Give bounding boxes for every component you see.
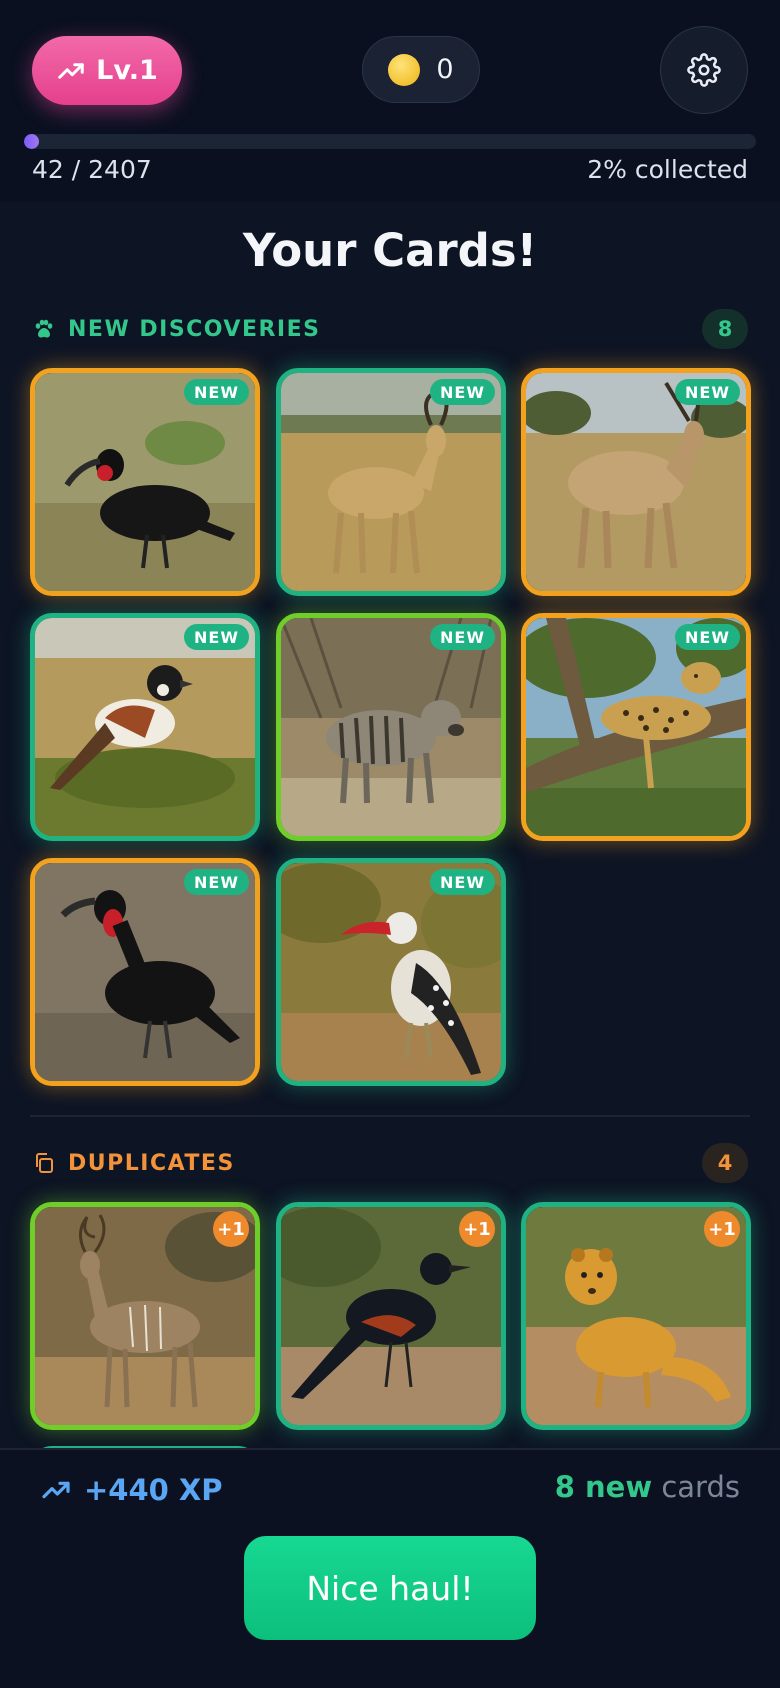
duplicates-label: DUPLICATES bbox=[68, 1150, 235, 1176]
level-badge[interactable]: Lv.1 bbox=[32, 36, 182, 105]
collection-progress-fill bbox=[24, 134, 39, 149]
card-eland[interactable]: NEW bbox=[521, 368, 751, 596]
settings-button[interactable] bbox=[660, 26, 748, 114]
collection-progress-bar bbox=[24, 134, 756, 149]
gear-icon bbox=[687, 53, 721, 87]
new-discoveries-header: NEW DISCOVERIES 8 bbox=[32, 308, 748, 350]
new-badge: NEW bbox=[184, 379, 249, 405]
striped-hyena-image bbox=[281, 618, 501, 836]
new-discoveries-label: NEW DISCOVERIES bbox=[68, 316, 321, 342]
coin-count: 0 bbox=[436, 54, 454, 85]
duplicate-badge: +1 bbox=[213, 1211, 249, 1247]
card-hartebeest[interactable]: NEW bbox=[276, 368, 506, 596]
new-cards-count: 8 new bbox=[554, 1470, 653, 1504]
collection-percent: 2% collected bbox=[587, 155, 748, 184]
new-cards-summary: 8 new cards bbox=[555, 1470, 740, 1504]
red-billed-hornbill-image bbox=[281, 863, 501, 1081]
card-southern-ground-hornbill[interactable]: NEW bbox=[30, 368, 260, 596]
page-title: Your Cards! bbox=[242, 224, 538, 277]
new-cards-suffix: cards bbox=[661, 1470, 740, 1504]
new-badge: NEW bbox=[184, 869, 249, 895]
new-badge: NEW bbox=[184, 624, 249, 650]
ground-hornbill-image bbox=[35, 863, 255, 1081]
coin-icon bbox=[388, 53, 421, 86]
xp-label: +440 XP bbox=[84, 1473, 223, 1507]
level-label: Lv.1 bbox=[96, 55, 158, 86]
copy-icon bbox=[36, 1153, 53, 1173]
new-badge: NEW bbox=[675, 379, 740, 405]
trending-up-icon bbox=[42, 1481, 70, 1499]
new-badge: NEW bbox=[430, 379, 495, 405]
southern-ground-hornbill-image bbox=[35, 373, 255, 591]
card-yellow-mongoose[interactable]: +1 bbox=[521, 1202, 751, 1430]
sparrow-weaver-image bbox=[35, 618, 255, 836]
duplicate-badge: +1 bbox=[459, 1211, 495, 1247]
new-badge: NEW bbox=[675, 624, 740, 650]
eland-image bbox=[526, 373, 746, 591]
duplicates-count: 4 bbox=[702, 1143, 748, 1183]
card-red-billed-hornbill[interactable]: NEW bbox=[276, 858, 506, 1086]
trending-up-icon bbox=[58, 62, 84, 79]
card-striped-hyena[interactable]: NEW bbox=[276, 613, 506, 841]
leopard-image bbox=[526, 618, 746, 836]
card-ground-hornbill[interactable]: NEW bbox=[30, 858, 260, 1086]
new-badge: NEW bbox=[430, 869, 495, 895]
new-badge: NEW bbox=[430, 624, 495, 650]
card-leopard[interactable]: NEW bbox=[521, 613, 751, 841]
paw-icon bbox=[35, 319, 53, 338]
card-sparrow-weaver[interactable]: NEW bbox=[30, 613, 260, 841]
card-red-winged-starling[interactable]: +1 bbox=[276, 1202, 506, 1430]
hartebeest-image bbox=[281, 373, 501, 591]
section-divider bbox=[30, 1115, 750, 1117]
duplicates-header: DUPLICATES 4 bbox=[32, 1142, 748, 1184]
duplicate-badge: +1 bbox=[704, 1211, 740, 1247]
collection-count: 42 / 2407 bbox=[32, 155, 152, 184]
new-discoveries-count: 8 bbox=[702, 309, 748, 349]
card-kudu[interactable]: +1 bbox=[30, 1202, 260, 1430]
xp-earned: +440 XP bbox=[40, 1468, 223, 1512]
coin-balance[interactable]: 0 bbox=[362, 36, 480, 103]
nice-haul-button[interactable]: Nice haul! bbox=[244, 1536, 536, 1640]
